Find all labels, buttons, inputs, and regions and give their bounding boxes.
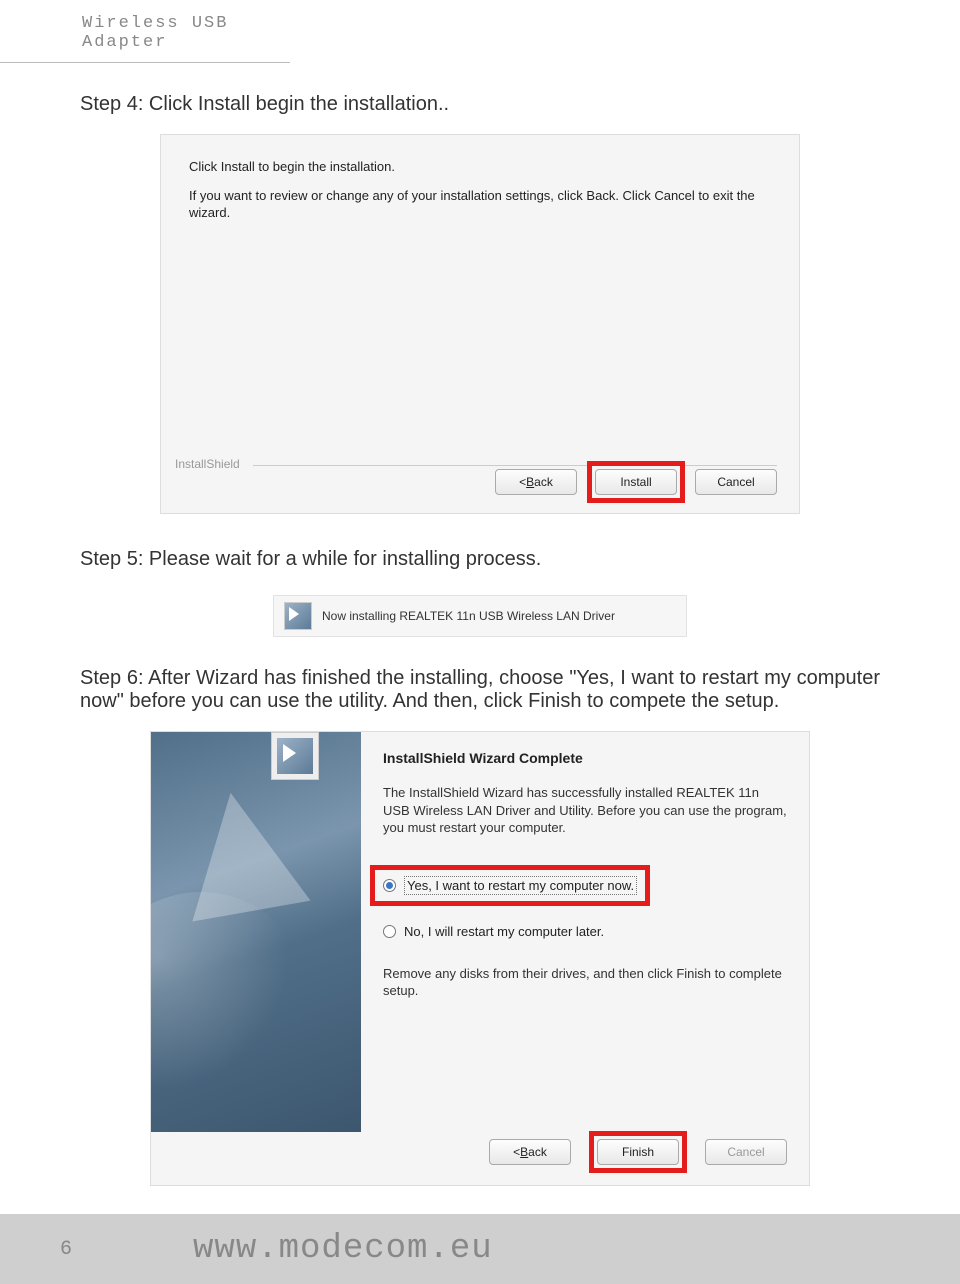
- dialog1-button-row: < Back Install Cancel: [495, 461, 777, 503]
- page-footer: 6 www.modecom.eu: [0, 1214, 960, 1284]
- cancel-button[interactable]: Cancel: [695, 469, 777, 495]
- cancel-button-2[interactable]: Cancel: [705, 1139, 787, 1165]
- back2-u: B: [520, 1145, 528, 1159]
- wizard-para: The InstallShield Wizard has successfull…: [383, 784, 787, 837]
- progress-text: Now installing REALTEK 11n USB Wireless …: [322, 609, 615, 623]
- page-header: Wireless USB Adapter: [0, 0, 290, 63]
- step6-text: Step 6: After Wizard has finished the in…: [80, 667, 880, 713]
- page-number: 6: [60, 1238, 73, 1261]
- radio-no-row[interactable]: No, I will restart my computer later.: [383, 924, 787, 939]
- radio-yes[interactable]: [383, 879, 396, 892]
- back-rest: ack: [534, 475, 553, 489]
- step4-text: Step 4: Click Install begin the installa…: [80, 93, 880, 116]
- install-dialog: Click Install to begin the installation.…: [160, 134, 800, 514]
- dialog1-line1: Click Install to begin the installation.: [189, 159, 771, 174]
- finish-highlight: Finish: [589, 1131, 687, 1173]
- page-content: Step 4: Click Install begin the installa…: [0, 63, 960, 1186]
- wizard-sidebar: [151, 732, 361, 1132]
- back-prefix: <: [519, 475, 526, 489]
- radio-yes-row[interactable]: Yes, I want to restart my computer now.: [383, 876, 637, 895]
- wizard-icon: [271, 732, 319, 780]
- cancel-label: Cancel: [717, 475, 754, 489]
- back-u: B: [526, 475, 534, 489]
- install-button[interactable]: Install: [595, 469, 677, 495]
- header-title: Wireless USB Adapter: [82, 14, 228, 52]
- wizard-para2: Remove any disks from their drives, and …: [383, 965, 787, 1000]
- finish-button[interactable]: Finish: [597, 1139, 679, 1165]
- installshield-legend: InstallShield: [175, 457, 244, 471]
- radio-no[interactable]: [383, 925, 396, 938]
- radio-yes-label: Yes, I want to restart my computer now.: [404, 876, 637, 895]
- wizard-title: InstallShield Wizard Complete: [383, 750, 787, 766]
- back2-rest: ack: [528, 1145, 547, 1159]
- complete-dialog: InstallShield Wizard Complete The Instal…: [150, 731, 810, 1186]
- install-label: Install: [620, 475, 651, 489]
- back-button-2[interactable]: < Back: [489, 1139, 571, 1165]
- restart-highlight: Yes, I want to restart my computer now.: [370, 865, 650, 906]
- back2-prefix: <: [513, 1145, 520, 1159]
- finish-label: Finish: [622, 1145, 654, 1159]
- progress-box: Now installing REALTEK 11n USB Wireless …: [273, 595, 687, 637]
- cancel2-label: Cancel: [727, 1145, 764, 1159]
- back-button[interactable]: < Back: [495, 469, 577, 495]
- footer-url: www.modecom.eu: [193, 1230, 493, 1268]
- radio-no-label: No, I will restart my computer later.: [404, 924, 604, 939]
- install-highlight: Install: [587, 461, 685, 503]
- dialog2-button-row: < Back Finish Cancel: [489, 1131, 787, 1173]
- step5-text: Step 5: Please wait for a while for inst…: [80, 548, 880, 571]
- installer-icon: [284, 602, 312, 630]
- wizard-main: InstallShield Wizard Complete The Instal…: [369, 732, 809, 1132]
- dialog1-line2: If you want to review or change any of y…: [189, 188, 769, 222]
